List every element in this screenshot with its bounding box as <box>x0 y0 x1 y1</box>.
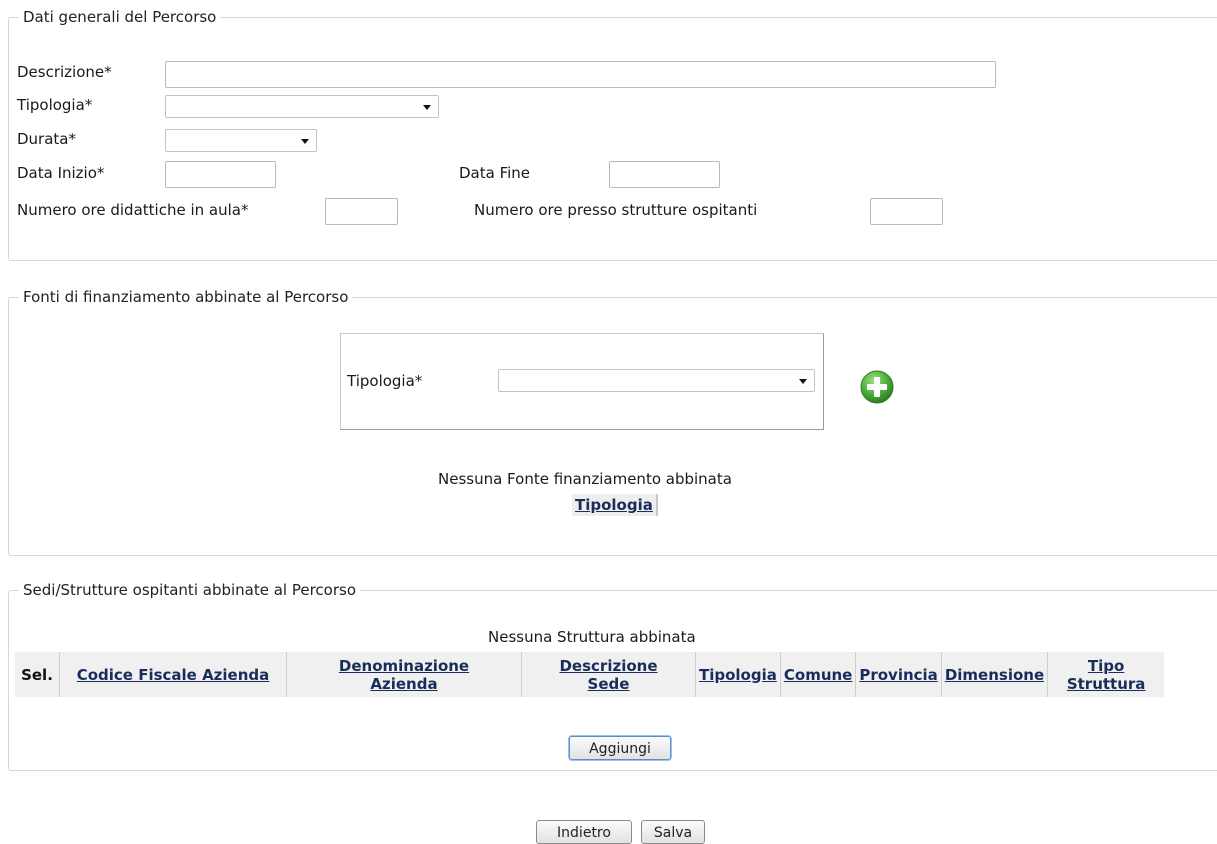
col-denominazione-line1: Denominazione <box>338 656 470 675</box>
durata-label: Durata* <box>17 130 76 148</box>
data-inizio-input[interactable] <box>165 161 276 188</box>
descrizione-label: Descrizione* <box>17 63 112 81</box>
aggiungi-button[interactable]: Aggiungi <box>569 736 671 760</box>
col-tipologia[interactable]: Tipologia <box>695 652 781 697</box>
durata-select[interactable] <box>165 129 317 152</box>
structures-legend: Sedi/Strutture ospitanti abbinate al Per… <box>23 581 357 599</box>
col-sel: Sel. <box>15 652 60 697</box>
col-denominazione[interactable]: Denominazione Azienda <box>286 652 522 697</box>
col-comune[interactable]: Comune <box>780 652 857 697</box>
ore-aula-input[interactable] <box>325 198 398 225</box>
indietro-button[interactable]: Indietro <box>536 820 632 844</box>
general-data-legend: Dati generali del Percorso <box>23 8 217 26</box>
col-denominazione-line2: Azienda <box>370 674 438 693</box>
funding-column-header-tipologia[interactable]: Tipologia <box>572 494 658 516</box>
ore-strutture-input[interactable] <box>870 198 943 225</box>
data-fine-input[interactable] <box>609 161 720 188</box>
structures-table-header: Sel. Codice Fiscale Azienda Denominazion… <box>15 652 1165 697</box>
ore-strutture-label: Numero ore presso strutture ospitanti <box>474 201 758 219</box>
chevron-down-icon <box>423 105 431 110</box>
funding-tipologia-select[interactable] <box>498 369 815 392</box>
structures-empty-message: Nessuna Struttura abbinata <box>488 628 696 646</box>
ore-aula-label: Numero ore didattiche in aula* <box>17 201 249 219</box>
salva-button[interactable]: Salva <box>641 820 705 844</box>
descrizione-input[interactable] <box>165 61 996 88</box>
col-tipo-struttura[interactable]: Tipo Struttura <box>1047 652 1165 697</box>
col-descrizione[interactable]: Descrizione Sede <box>521 652 696 697</box>
plus-circle-icon[interactable] <box>860 370 894 404</box>
col-provincia[interactable]: Provincia <box>855 652 942 697</box>
col-codice-fiscale[interactable]: Codice Fiscale Azienda <box>59 652 287 697</box>
col-dimensione[interactable]: Dimensione <box>941 652 1049 697</box>
tipologia-select[interactable] <box>165 95 439 118</box>
col-descrizione-line1: Descrizione <box>559 656 658 675</box>
col-tipo-line2: Struttura <box>1066 674 1146 693</box>
col-descrizione-line2: Sede <box>587 674 630 693</box>
chevron-down-icon <box>799 379 807 384</box>
col-tipo-line1: Tipo <box>1087 656 1125 675</box>
funding-legend: Fonti di finanziamento abbinate al Perco… <box>23 288 349 306</box>
tipologia-label: Tipologia* <box>17 96 93 114</box>
chevron-down-icon <box>301 139 309 144</box>
funding-empty-message: Nessuna Fonte finanziamento abbinata <box>438 470 732 488</box>
funding-tipologia-label: Tipologia* <box>347 372 423 390</box>
data-fine-label: Data Fine <box>459 164 531 182</box>
data-inizio-label: Data Inizio* <box>17 164 105 182</box>
